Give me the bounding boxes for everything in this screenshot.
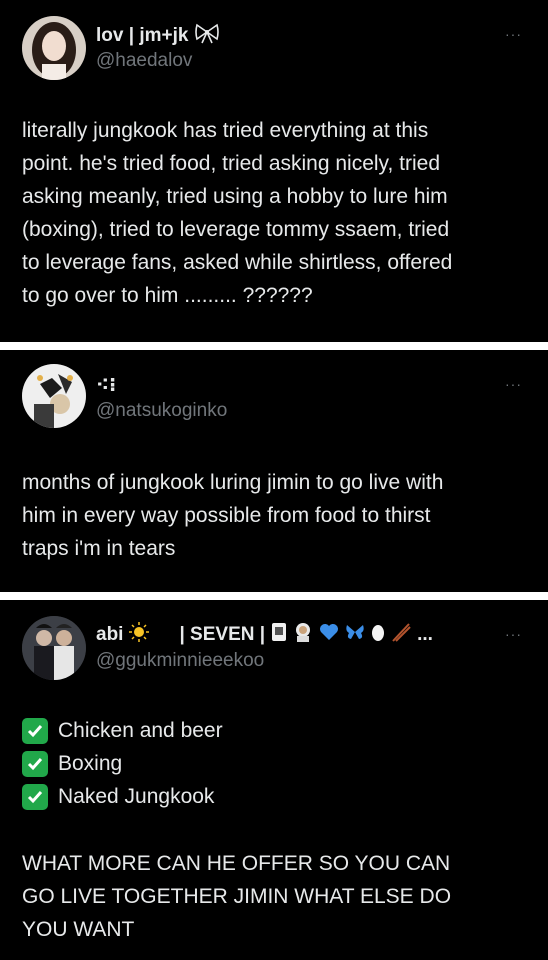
display-name-text: abi bbox=[96, 623, 124, 645]
display-name[interactable]: lov | jm+jk bbox=[96, 22, 220, 50]
display-name-text: lov | jm+jk bbox=[96, 25, 189, 46]
bow-icon bbox=[194, 22, 220, 50]
username[interactable]: @natsukoginko bbox=[96, 400, 227, 422]
card-icon bbox=[271, 622, 287, 647]
more-options-icon[interactable]: ··· bbox=[505, 26, 522, 42]
tweet-3[interactable]: abi | SEVEN | ... @ggukminnieeekoo ··· C… bbox=[0, 600, 548, 960]
moon-icon bbox=[155, 622, 173, 647]
tweet-2[interactable]: ⁖⁝ @natsukoginko ··· months of jungkook … bbox=[0, 350, 548, 592]
more-options-icon[interactable]: ··· bbox=[505, 626, 522, 642]
display-name[interactable]: ⁖⁝ bbox=[96, 374, 116, 397]
astronaut-icon bbox=[293, 622, 313, 647]
avatar[interactable] bbox=[22, 616, 86, 680]
checklist-item-label: Chicken and beer bbox=[58, 719, 223, 742]
check-mark-icon bbox=[22, 750, 48, 777]
display-name-ellipsis: ... bbox=[417, 623, 433, 645]
blue-heart-icon bbox=[319, 623, 339, 646]
tweet-1[interactable]: lov | jm+jk @haedalov ··· literally jung… bbox=[0, 0, 548, 342]
check-mark-icon bbox=[22, 717, 48, 744]
more-options-icon[interactable]: ··· bbox=[505, 376, 522, 392]
display-name[interactable]: abi | SEVEN | ... bbox=[96, 622, 433, 647]
checklist-item: Naked Jungkook bbox=[22, 780, 532, 813]
username[interactable]: @haedalov bbox=[96, 50, 192, 72]
checklist-item: Chicken and beer bbox=[22, 714, 532, 747]
checklist-item-label: Boxing bbox=[58, 752, 123, 775]
display-name-suffix: | SEVEN | bbox=[179, 623, 266, 645]
checklist-item: Boxing bbox=[22, 747, 532, 780]
egg-icon bbox=[371, 622, 385, 647]
avatar[interactable] bbox=[22, 16, 86, 80]
butterfly-icon bbox=[345, 623, 365, 646]
divider bbox=[0, 342, 548, 350]
checklist: Chicken and beer Boxing Naked Jungkook bbox=[22, 714, 532, 813]
username[interactable]: @ggukminnieeekoo bbox=[96, 650, 264, 672]
tweet-text: months of jungkook luring jimin to go li… bbox=[22, 471, 444, 560]
sun-icon bbox=[129, 622, 150, 647]
avatar[interactable] bbox=[22, 364, 86, 428]
check-mark-icon bbox=[22, 783, 48, 810]
checklist-item-label: Naked Jungkook bbox=[58, 785, 215, 808]
tweet-text: literally jungkook has tried everything … bbox=[22, 119, 453, 307]
divider bbox=[0, 592, 548, 600]
tweet-text: WHAT MORE CAN HE OFFER SO YOU CAN GO LIV… bbox=[22, 852, 452, 941]
chopsticks-icon bbox=[391, 622, 411, 647]
